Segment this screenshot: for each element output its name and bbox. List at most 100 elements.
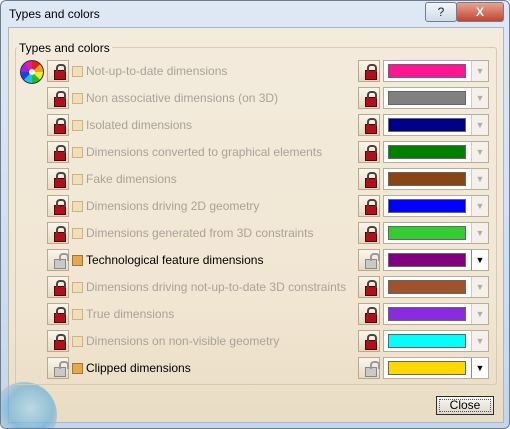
padlock-locked-icon: [365, 226, 377, 242]
padlock-locked-icon: [54, 91, 66, 107]
padlock-locked-icon: [365, 334, 377, 350]
dropdown-arrow-icon[interactable]: ▼: [471, 142, 488, 162]
lock-toggle-button[interactable]: [47, 195, 69, 217]
visibility-checkbox[interactable]: [72, 228, 83, 239]
dimension-type-row: Dimensions driving not-up-to-date 3D con…: [9, 276, 503, 301]
lock-toggle-button[interactable]: [47, 276, 69, 298]
color-swatch: [388, 172, 466, 186]
dropdown-arrow-icon[interactable]: ▼: [471, 196, 488, 216]
visibility-checkbox[interactable]: [72, 66, 83, 77]
dropdown-arrow-icon[interactable]: ▼: [471, 304, 488, 324]
padlock-locked-icon: [54, 118, 66, 134]
lock-toggle-button[interactable]: [47, 303, 69, 325]
padlock-locked-icon: [54, 307, 66, 323]
color-lock-toggle-button[interactable]: [358, 87, 380, 109]
color-dropdown[interactable]: ▼: [383, 249, 489, 271]
lock-toggle-button[interactable]: [47, 249, 69, 271]
visibility-checkbox[interactable]: [72, 201, 83, 212]
window-close-button[interactable]: X: [456, 2, 504, 22]
color-lock-toggle-button[interactable]: [358, 168, 380, 190]
color-dropdown[interactable]: ▼: [383, 195, 489, 217]
frame-title: Types and colors: [17, 41, 112, 55]
visibility-checkbox[interactable]: [72, 309, 83, 320]
dimension-type-row: Isolated dimensions ▼: [9, 114, 503, 139]
dimension-type-label: Clipped dimensions: [86, 361, 191, 375]
dimension-type-row: Non associative dimensions (on 3D) ▼: [9, 87, 503, 112]
color-dropdown[interactable]: ▼: [383, 168, 489, 190]
dropdown-arrow-icon[interactable]: ▼: [471, 61, 488, 81]
dimension-type-label: Not-up-to-date dimensions: [86, 64, 228, 78]
dimension-type-row: Dimensions on non-visible geometry ▼: [9, 330, 503, 355]
color-dropdown[interactable]: ▼: [383, 276, 489, 298]
padlock-locked-icon: [365, 307, 377, 323]
color-lock-toggle-button[interactable]: [358, 330, 380, 352]
padlock-locked-icon: [54, 145, 66, 161]
dimension-type-row: True dimensions ▼: [9, 303, 503, 328]
lock-toggle-button[interactable]: [47, 168, 69, 190]
dimension-type-row: Fake dimensions ▼: [9, 168, 503, 193]
color-dropdown[interactable]: ▼: [383, 114, 489, 136]
visibility-checkbox[interactable]: [72, 282, 83, 293]
dimension-type-row: Dimensions generated from 3D constraints…: [9, 222, 503, 247]
color-lock-toggle-button[interactable]: [358, 222, 380, 244]
color-dropdown[interactable]: ▼: [383, 87, 489, 109]
padlock-locked-icon: [54, 226, 66, 242]
padlock-locked-icon: [365, 199, 377, 215]
color-dropdown[interactable]: ▼: [383, 222, 489, 244]
dimension-type-row: Clipped dimensions ▼: [9, 357, 503, 382]
visibility-checkbox[interactable]: [72, 255, 83, 266]
visibility-checkbox[interactable]: [72, 336, 83, 347]
lock-toggle-button[interactable]: [47, 330, 69, 352]
color-swatch: [388, 253, 466, 267]
help-button[interactable]: ?: [425, 2, 457, 22]
dropdown-arrow-icon[interactable]: ▼: [471, 115, 488, 135]
dimension-type-label: Dimensions driving 2D geometry: [86, 199, 260, 213]
color-lock-toggle-button[interactable]: [358, 357, 380, 379]
color-dropdown[interactable]: ▼: [383, 60, 489, 82]
color-swatch: [388, 226, 466, 240]
title-bar: Types and colors ? X: [1, 1, 509, 27]
color-lock-toggle-button[interactable]: [358, 114, 380, 136]
color-lock-toggle-button[interactable]: [358, 141, 380, 163]
dropdown-arrow-icon[interactable]: ▼: [471, 169, 488, 189]
color-lock-toggle-button[interactable]: [358, 195, 380, 217]
color-swatch: [388, 64, 466, 78]
close-button[interactable]: Close: [436, 396, 494, 415]
color-dropdown[interactable]: ▼: [383, 357, 489, 379]
lock-toggle-button[interactable]: [47, 357, 69, 379]
visibility-checkbox[interactable]: [72, 147, 83, 158]
color-dropdown[interactable]: ▼: [383, 141, 489, 163]
dimension-type-label: Dimensions generated from 3D constraints: [86, 226, 314, 240]
visibility-checkbox[interactable]: [72, 93, 83, 104]
padlock-locked-icon: [54, 280, 66, 296]
color-dropdown[interactable]: ▼: [383, 303, 489, 325]
dropdown-arrow-icon[interactable]: ▼: [471, 358, 488, 378]
lock-toggle-button[interactable]: [47, 60, 69, 82]
lock-toggle-button[interactable]: [47, 87, 69, 109]
color-lock-toggle-button[interactable]: [358, 303, 380, 325]
color-swatch: [388, 334, 466, 348]
background-globe-decoration: [1, 382, 57, 428]
dropdown-arrow-icon[interactable]: ▼: [471, 331, 488, 351]
padlock-unlocked-icon: [365, 253, 380, 269]
color-lock-toggle-button[interactable]: [358, 60, 380, 82]
visibility-checkbox[interactable]: [72, 174, 83, 185]
lock-toggle-button[interactable]: [47, 141, 69, 163]
padlock-locked-icon: [365, 91, 377, 107]
dropdown-arrow-icon[interactable]: ▼: [471, 223, 488, 243]
visibility-checkbox[interactable]: [72, 363, 83, 374]
color-swatch: [388, 118, 466, 132]
dropdown-arrow-icon[interactable]: ▼: [471, 250, 488, 270]
dropdown-arrow-icon[interactable]: ▼: [471, 88, 488, 108]
color-dropdown[interactable]: ▼: [383, 330, 489, 352]
color-swatch: [388, 280, 466, 294]
lock-toggle-button[interactable]: [47, 222, 69, 244]
padlock-unlocked-icon: [54, 253, 69, 269]
color-lock-toggle-button[interactable]: [358, 249, 380, 271]
color-swatch: [388, 307, 466, 321]
padlock-locked-icon: [365, 118, 377, 134]
lock-toggle-button[interactable]: [47, 114, 69, 136]
color-lock-toggle-button[interactable]: [358, 276, 380, 298]
visibility-checkbox[interactable]: [72, 120, 83, 131]
dropdown-arrow-icon[interactable]: ▼: [471, 277, 488, 297]
